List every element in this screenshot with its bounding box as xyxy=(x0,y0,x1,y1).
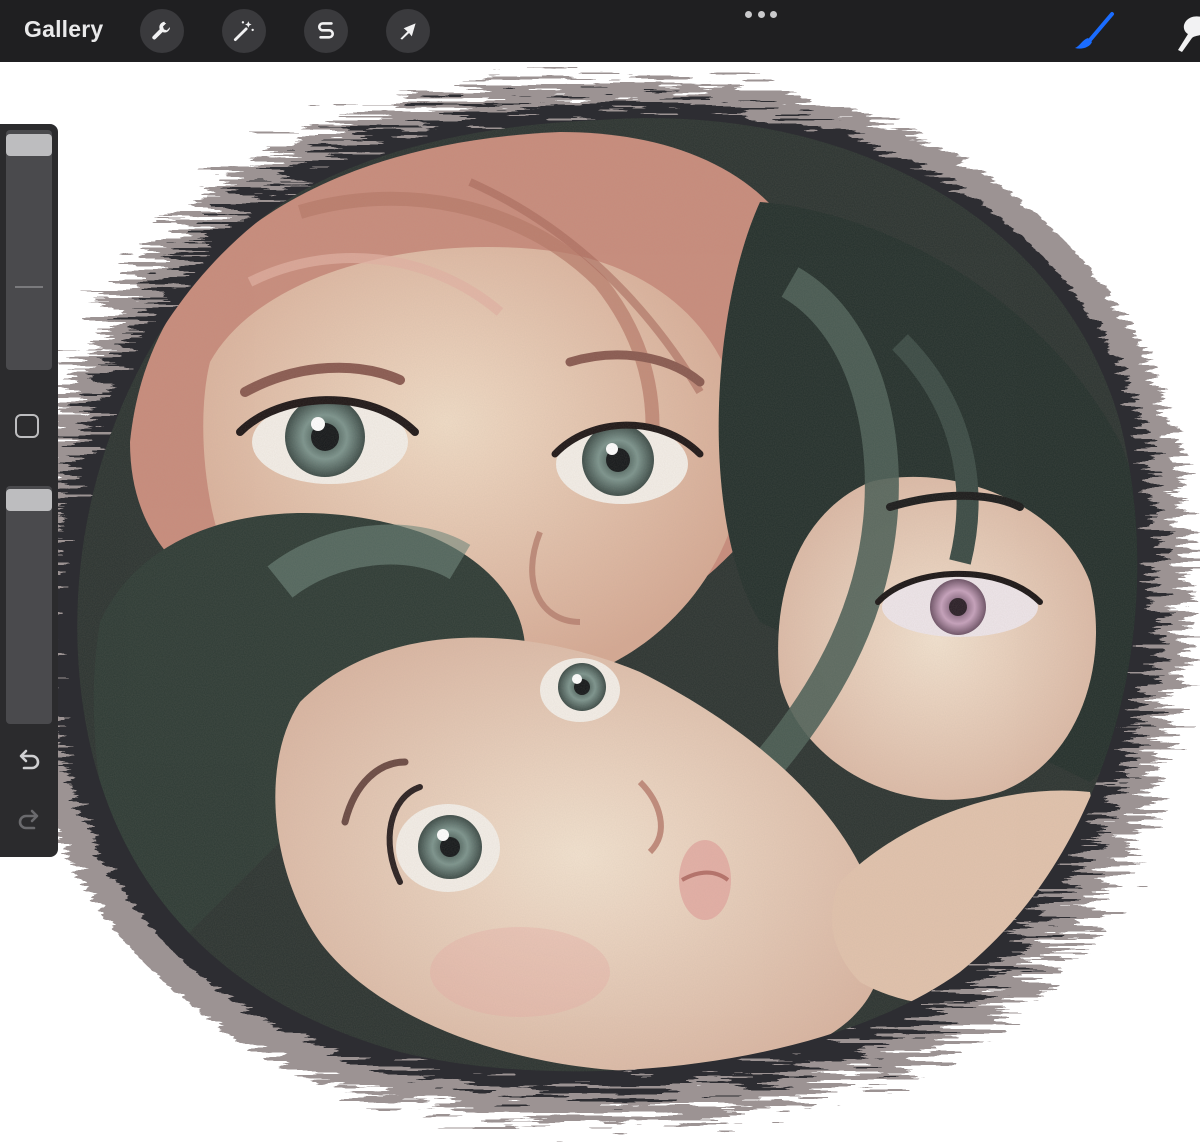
artwork-illustration xyxy=(17,80,1188,1121)
opacity-slider[interactable] xyxy=(6,486,52,724)
gallery-button[interactable]: Gallery xyxy=(24,16,103,43)
redo-arrow-icon[interactable] xyxy=(14,806,44,836)
selection-s-icon xyxy=(318,22,334,39)
wrench-icon xyxy=(152,21,171,40)
transform-button[interactable] xyxy=(386,9,430,53)
actions-button[interactable] xyxy=(140,9,184,53)
slider-tick xyxy=(15,286,43,288)
undo-arrow-icon[interactable] xyxy=(14,746,44,776)
brush-icon[interactable] xyxy=(1070,10,1118,52)
selection-button[interactable] xyxy=(304,9,348,53)
brush-size-slider[interactable] xyxy=(6,130,52,370)
opacity-thumb[interactable] xyxy=(6,489,52,511)
side-toolbar xyxy=(0,124,58,857)
square-modifier-icon[interactable] xyxy=(15,414,39,438)
adjustments-button[interactable] xyxy=(222,9,266,53)
arrow-cursor-icon xyxy=(400,23,416,40)
smudge-finger-icon[interactable] xyxy=(1170,12,1200,52)
brush-size-thumb[interactable] xyxy=(6,134,52,156)
drawing-canvas[interactable] xyxy=(0,62,1200,1142)
top-toolbar: Gallery xyxy=(0,0,1200,62)
more-dots-icon[interactable] xyxy=(745,11,777,19)
magic-wand-icon xyxy=(233,21,254,42)
